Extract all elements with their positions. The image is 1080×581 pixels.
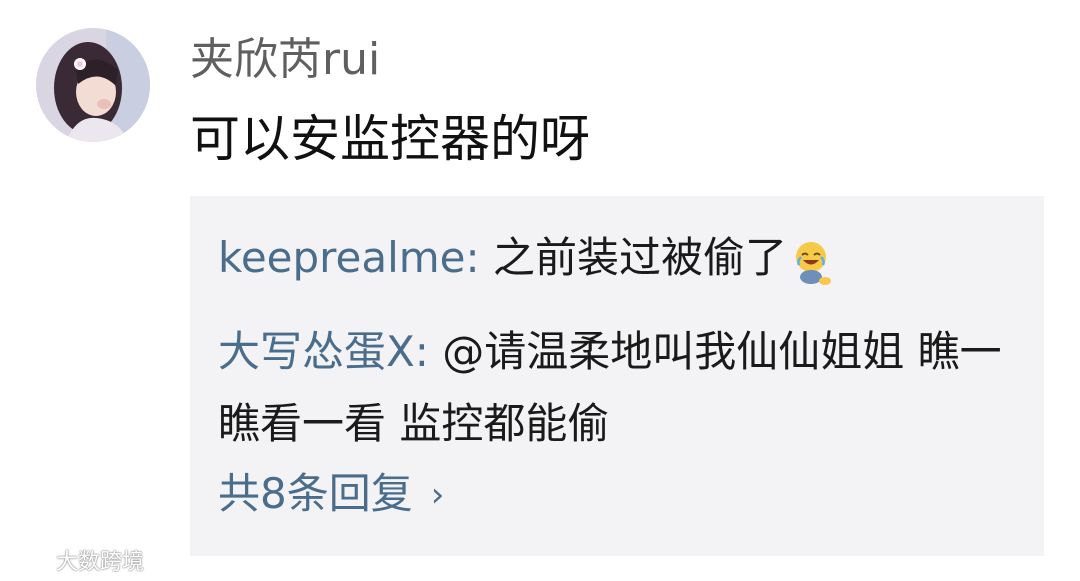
- reply-author[interactable]: 大写怂蛋X:: [218, 327, 429, 376]
- avatar-image: [36, 28, 150, 142]
- watermark-text: 大数跨境: [56, 550, 145, 575]
- laughing-crying-emoji-icon: [793, 237, 835, 285]
- watermark-logo-icon: [8, 551, 50, 571]
- reply-author[interactable]: keeprealme:: [218, 233, 480, 282]
- more-replies-label: 共8条回复: [218, 469, 413, 518]
- reply-text: 之前装过被偷了: [479, 233, 788, 282]
- comment-text: 可以安监控器的呀: [190, 110, 590, 168]
- chevron-right-icon: ›: [430, 475, 445, 515]
- comment-screenshot: 夹欣芮rui 可以安监控器的呀 keeprealme: 之前装过被偷了 大写怂蛋…: [0, 0, 1080, 581]
- reply-item[interactable]: 大写怂蛋X: @请温柔地叫我仙仙姐姐 瞧一瞧看一看 监控都能偷: [218, 316, 1008, 460]
- user-avatar[interactable]: [36, 28, 150, 142]
- reply-item[interactable]: keeprealme: 之前装过被偷了: [218, 222, 835, 294]
- view-more-replies-link[interactable]: 共8条回复 ›: [218, 458, 444, 531]
- watermark: 大数跨境: [4, 544, 144, 576]
- comment-username[interactable]: 夹欣芮rui: [190, 30, 380, 90]
- reply-preview-box[interactable]: keeprealme: 之前装过被偷了 大写怂蛋X: @请温柔地叫我仙仙姐姐 瞧…: [190, 196, 1044, 556]
